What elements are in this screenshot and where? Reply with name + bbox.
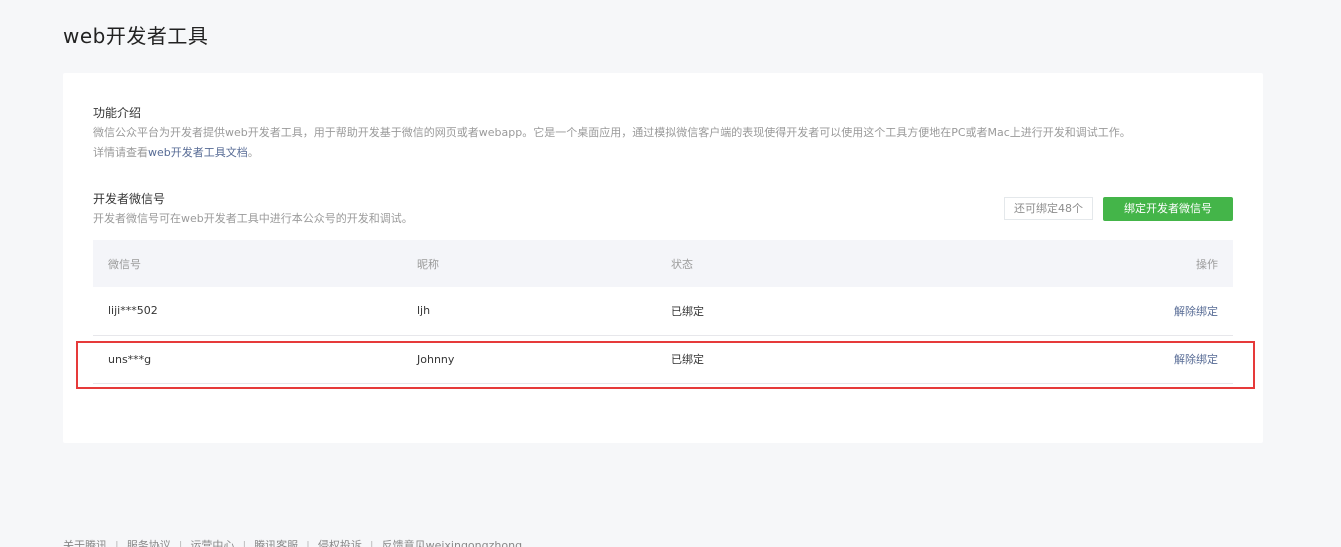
cell-nickname: ljh — [417, 304, 431, 318]
footer-link-feedback[interactable]: 反馈意见weixingongzhong — [382, 539, 522, 547]
table-row: uns***g Johnny 已绑定 解除绑定 — [93, 335, 1233, 383]
footer-link-about[interactable]: 关于腾讯 — [63, 539, 107, 547]
footer-link-complaint[interactable]: 侵权投诉 — [318, 539, 362, 547]
footer-link-support[interactable]: 腾讯客服 — [254, 539, 298, 547]
footer-link-ops[interactable]: 运营中心 — [190, 539, 234, 547]
footer: 关于腾讯 | 服务协议 | 运营中心 | 腾讯客服 | 侵权投诉 | 反馈意见weixingongz… — [63, 537, 522, 547]
cell-status: 已绑定 — [671, 353, 704, 366]
footer-link-terms[interactable]: 服务协议 — [127, 539, 171, 547]
unbind-link[interactable]: 解除绑定 — [1174, 353, 1218, 366]
intro-description: 微信公众平台为开发者提供web开发者工具，用于帮助开发基于微信的网页或者weba… — [93, 126, 1131, 139]
cell-wechat-id: uns***g — [108, 352, 152, 366]
table-row: liji***502 ljh 已绑定 解除绑定 — [93, 287, 1233, 335]
header-wechat-id: 微信号 — [108, 257, 141, 271]
page: web开发者工具 功能介绍 微信公众平台为开发者提供web开发者工具，用于帮助开… — [0, 0, 1341, 547]
footer-separator: | — [306, 539, 310, 547]
developer-section: 开发者微信号 开发者微信号可在web开发者工具中进行本公众号的开发和调试。 — [93, 189, 413, 229]
quota-badge: 还可绑定48个 — [1004, 197, 1093, 220]
content-card: 功能介绍 微信公众平台为开发者提供web开发者工具，用于帮助开发基于微信的网页或… — [63, 73, 1263, 443]
footer-separator: | — [242, 539, 247, 547]
intro-section: 功能介绍 微信公众平台为开发者提供web开发者工具，用于帮助开发基于微信的网页或… — [93, 103, 1131, 163]
developer-table: 微信号 昵称 状态 操作 liji***502 ljh 已绑定 解除绑定 uns… — [93, 240, 1233, 384]
header-nickname: 昵称 — [417, 257, 439, 271]
table-header-row: 微信号 昵称 状态 操作 — [93, 240, 1233, 287]
developer-description: 开发者微信号可在web开发者工具中进行本公众号的开发和调试。 — [93, 212, 413, 225]
footer-separator: | — [369, 539, 374, 547]
intro-title: 功能介绍 — [93, 106, 142, 120]
intro-detail-suffix: 。 — [247, 146, 259, 159]
developer-title: 开发者微信号 — [93, 192, 166, 206]
bind-developer-button[interactable]: 绑定开发者微信号 — [1103, 197, 1233, 221]
docs-link[interactable]: web开发者工具文档 — [148, 146, 248, 159]
page-title: web开发者工具 — [63, 24, 209, 48]
footer-separator: | — [178, 539, 183, 547]
cell-action: 解除绑定 — [971, 335, 1233, 383]
cell-status: 已绑定 — [671, 304, 704, 318]
header-action: 操作 — [1196, 257, 1218, 271]
intro-detail-prefix: 详情请查看 — [93, 146, 148, 159]
intro-detail: 详情请查看web开发者工具文档。 — [93, 143, 1131, 163]
footer-separator: | — [115, 539, 119, 547]
cell-wechat-id: liji***502 — [108, 304, 158, 318]
header-status: 状态 — [671, 257, 693, 271]
unbind-link[interactable]: 解除绑定 — [1174, 305, 1218, 318]
cell-nickname: Johnny — [417, 352, 455, 366]
cell-action: 解除绑定 — [971, 287, 1233, 335]
